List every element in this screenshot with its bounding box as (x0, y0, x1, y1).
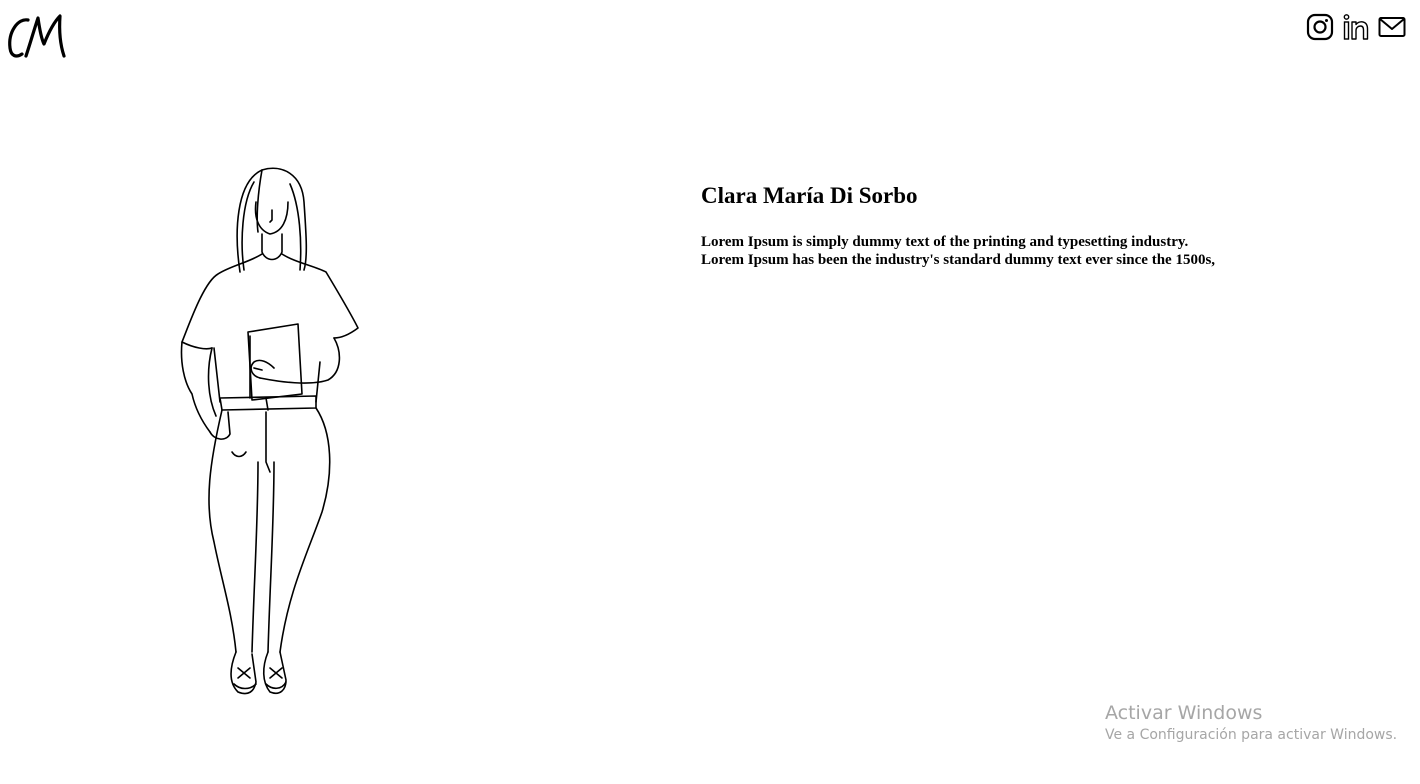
activation-title: Activar Windows (1105, 702, 1263, 724)
woman-holding-book-illustration (180, 167, 359, 695)
mail-icon (1378, 17, 1406, 37)
activation-subtitle: Ve a Configuración para activar Windows. (1105, 727, 1398, 743)
intro-section: Clara María Di Sorbo Lorem Ipsum is simp… (701, 181, 1381, 269)
social-links (1306, 12, 1406, 42)
portrait-illustration (170, 162, 370, 714)
description-line-1: Lorem Ipsum is simply dummy text of the … (701, 234, 1189, 250)
person-name-heading: Clara María Di Sorbo (701, 183, 918, 208)
linkedin-link[interactable] (1342, 12, 1370, 42)
intro-description: Lorem Ipsum is simply dummy text of the … (701, 233, 1381, 269)
instagram-link[interactable] (1306, 12, 1334, 42)
windows-activation-watermark: Activar Windows Ve a Configuración para … (1105, 701, 1397, 745)
site-logo[interactable] (6, 10, 70, 62)
linkedin-icon (1343, 14, 1369, 40)
cm-monogram-logo (8, 14, 66, 58)
email-link[interactable] (1378, 12, 1406, 42)
description-line-2: Lorem Ipsum has been the industry's stan… (701, 252, 1216, 268)
instagram-icon (1306, 13, 1334, 41)
